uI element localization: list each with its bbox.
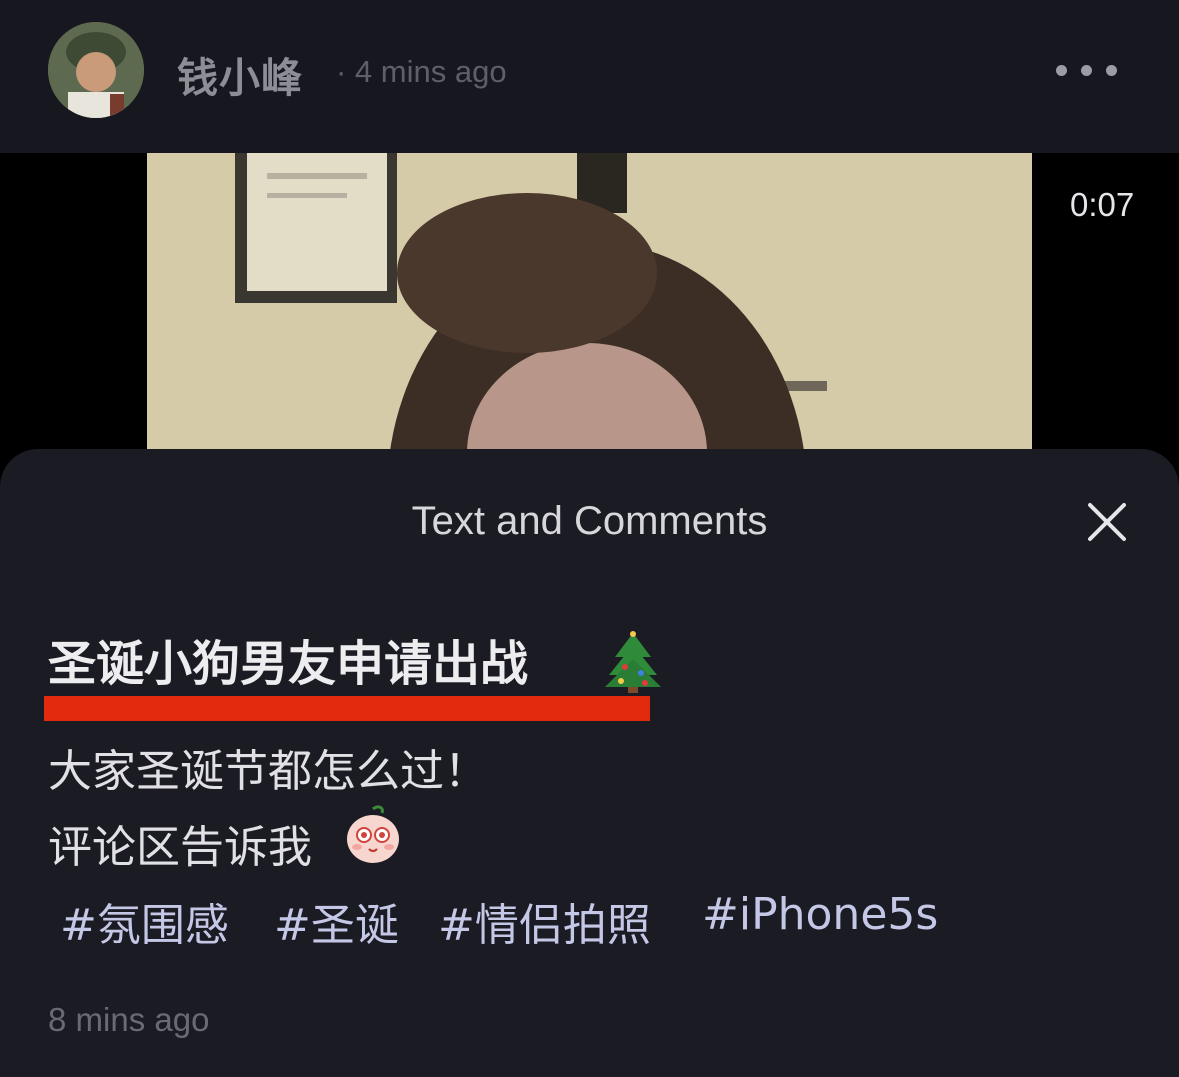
post-title: 圣诞小狗男友申请出战 [48, 636, 529, 692]
post-time-ago: 8 mins ago [48, 1001, 210, 1038]
hashtag-link[interactable]: #圣诞 [274, 889, 399, 953]
christmas-tree-icon [605, 631, 661, 693]
post-body-line-1: 大家圣诞节都怎么过！ [48, 746, 488, 797]
author-name[interactable]: 钱小峰 [177, 44, 303, 104]
post-timestamp: · 4 mins ago [336, 54, 507, 89]
hashtag-link[interactable]: #情侣拍照 [438, 889, 651, 953]
close-icon[interactable] [1086, 501, 1128, 543]
hashtag-link[interactable]: #氛围感 [60, 889, 229, 953]
post-body-line-2: 评论区告诉我 [48, 822, 312, 873]
shy-face-emoji-icon [347, 805, 399, 863]
more-options-icon[interactable] [1056, 60, 1126, 80]
sheet-title: Text and Comments [411, 499, 768, 543]
avatar[interactable] [48, 22, 144, 118]
post-title-row: 圣诞小狗男友申请出战 [48, 631, 528, 711]
post-header: 钱小峰 · 4 mins ago [0, 0, 1179, 153]
video-player[interactable] [147, 153, 1032, 463]
hashtag-link[interactable]: #iPhone5s [702, 889, 938, 940]
text-comments-sheet: Text and Comments 圣诞小狗男友申请出战 大家圣诞节都怎么过！ … [0, 449, 1179, 1077]
video-duration: 0:07 [1070, 186, 1135, 223]
